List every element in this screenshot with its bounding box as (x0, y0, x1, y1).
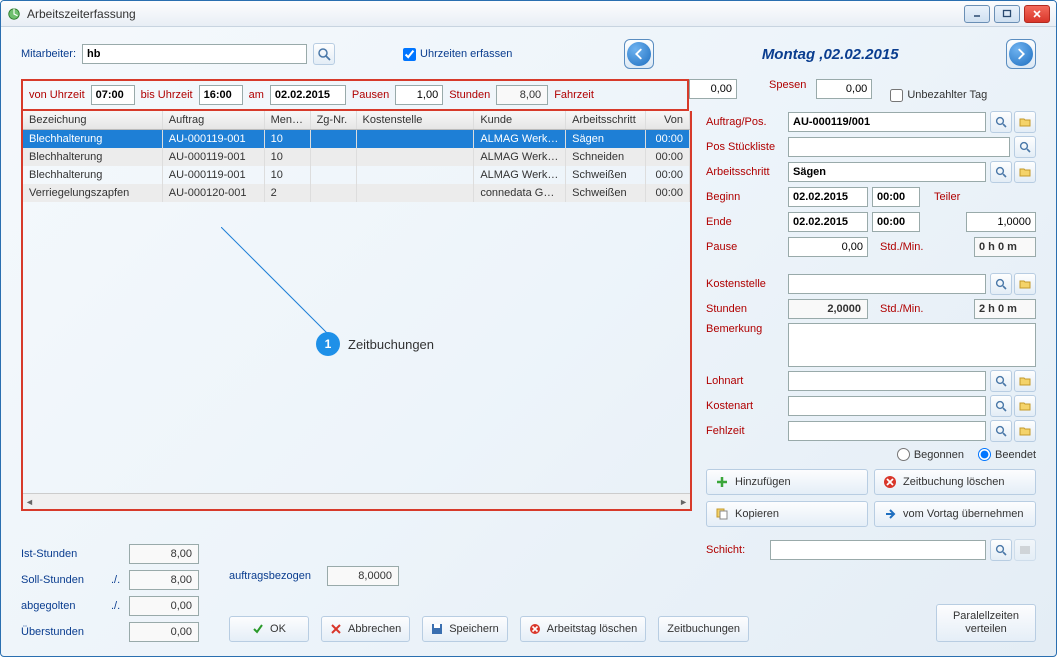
app-window: Arbeitszeiterfassung Mitarbeiter: Uhrzei… (0, 0, 1057, 657)
mitarbeiter-search-button[interactable] (313, 43, 335, 65)
cancel-icon (330, 623, 342, 635)
stunden-display: 8,00 (496, 85, 548, 105)
abbrechen-button[interactable]: Abbrechen (321, 616, 410, 642)
kostenart-folder-button[interactable] (1014, 395, 1036, 417)
auftrag-input[interactable] (788, 112, 986, 132)
delete-icon (883, 475, 897, 489)
window-title: Arbeitszeiterfassung (27, 7, 964, 21)
filter-box: von Uhrzeit bis Uhrzeit am Pausen Stunde… (21, 79, 689, 111)
von-uhrzeit-input[interactable] (91, 85, 135, 105)
pause-hms-display: 0 h 0 m (974, 237, 1036, 257)
fehlzeit-input[interactable] (788, 421, 986, 441)
date-header: Montag ,02.02.2015 (762, 46, 899, 63)
lohnart-folder-button[interactable] (1014, 370, 1036, 392)
table-header: Bezeichung Auftrag Menge Zg-Nr. Kostenst… (23, 111, 690, 130)
table-row[interactable]: VerriegelungszapfenAU-000120-0012conneda… (23, 184, 690, 202)
arbeitsschritt-input[interactable] (788, 162, 986, 182)
ist-stunden-display: 8,00 (129, 544, 199, 564)
maximize-button[interactable] (994, 5, 1020, 23)
beginn-time-input[interactable] (872, 187, 920, 207)
mitarbeiter-input[interactable] (82, 44, 307, 64)
begonnen-radio[interactable]: Begonnen (897, 448, 964, 461)
zeitbuchungen-button[interactable]: Zeitbuchungen (658, 616, 749, 642)
teiler-input[interactable] (966, 212, 1036, 232)
table-row[interactable]: BlechhalterungAU-000119-00110ALMAG Werkz… (23, 166, 690, 184)
auftrag-search-button[interactable] (990, 111, 1012, 133)
abgegolten-display: 0,00 (129, 596, 199, 616)
zeitbuchungen-table[interactable]: Bezeichung Auftrag Menge Zg-Nr. Kostenst… (21, 111, 692, 511)
arrow-right-icon (883, 507, 897, 521)
lohnart-search-button[interactable] (990, 370, 1012, 392)
next-day-button[interactable] (1006, 39, 1036, 69)
arbeitstag-loeschen-button[interactable]: Arbeitstag löschen (520, 616, 647, 642)
fahrzeit-input[interactable] (689, 79, 737, 99)
arbschritt-folder-button[interactable] (1014, 161, 1036, 183)
close-button[interactable] (1024, 5, 1050, 23)
uhrzeiten-checkbox[interactable]: Uhrzeiten erfassen (403, 48, 512, 61)
posstueckliste-input[interactable] (788, 137, 1010, 157)
plus-icon (715, 475, 729, 489)
fehlzeit-search-button[interactable] (990, 420, 1012, 442)
fehlzeit-folder-button[interactable] (1014, 420, 1036, 442)
bemerkung-textarea[interactable] (788, 323, 1036, 367)
table-row[interactable]: BlechhalterungAU-000119-00110ALMAG Werkz… (23, 130, 690, 148)
horizontal-scrollbar[interactable]: ◄► (23, 493, 690, 509)
kostenstelle-input[interactable] (788, 274, 986, 294)
titlebar: Arbeitszeiterfassung (1, 1, 1056, 27)
auftragsbezogen-display: 8,0000 (327, 566, 399, 586)
save-icon (431, 623, 443, 635)
copy-icon (715, 507, 729, 521)
prev-day-button[interactable] (624, 39, 654, 69)
posstk-search-button[interactable] (1014, 136, 1036, 158)
beginn-date-input[interactable] (788, 187, 868, 207)
kostenstelle-search-button[interactable] (990, 273, 1012, 295)
delete-day-icon (529, 623, 541, 635)
spesen-input[interactable] (816, 79, 872, 99)
kopieren-button[interactable]: Kopieren (706, 501, 868, 527)
bis-uhrzeit-input[interactable] (199, 85, 243, 105)
detail-form: Auftrag/Pos. Pos Stückliste Arbeitsschri… (706, 111, 1036, 564)
auftrag-folder-button[interactable] (1014, 111, 1036, 133)
table-row[interactable]: BlechhalterungAU-000119-00110ALMAG Werkz… (23, 148, 690, 166)
unbezahlter-checkbox[interactable]: Unbezahlter Tag (890, 79, 987, 111)
zeitbuchung-loeschen-button[interactable]: Zeitbuchung löschen (874, 469, 1036, 495)
am-date-input[interactable] (270, 85, 346, 105)
hinzufuegen-button[interactable]: Hinzufügen (706, 469, 868, 495)
stunden-hms-display: 2 h 0 m (974, 299, 1036, 319)
kostenstelle-folder-button[interactable] (1014, 273, 1036, 295)
ende-time-input[interactable] (872, 212, 920, 232)
summary-grid: Ist-Stunden 8,00 Soll-Stunden ./. 8,00 a… (21, 544, 199, 642)
callout-zeitbuchungen: 1 Zeitbuchungen (316, 332, 434, 356)
parallelzeiten-button[interactable]: Paralellzeiten verteilen (936, 604, 1036, 642)
app-icon (7, 7, 21, 21)
beendet-radio[interactable]: Beendet (978, 448, 1036, 461)
vom-vortag-button[interactable]: vom Vortag übernehmen (874, 501, 1036, 527)
ok-button[interactable]: OK (229, 616, 309, 642)
mitarbeiter-label: Mitarbeiter: (21, 48, 76, 60)
ueberstunden-display: 0,00 (129, 622, 199, 642)
arbschritt-search-button[interactable] (990, 161, 1012, 183)
pausen-input[interactable] (395, 85, 443, 105)
lohnart-input[interactable] (788, 371, 986, 391)
magnifier-icon (317, 47, 331, 61)
minimize-button[interactable] (964, 5, 990, 23)
pause-input[interactable] (788, 237, 868, 257)
check-icon (252, 623, 264, 635)
speichern-button[interactable]: Speichern (422, 616, 508, 642)
soll-stunden-display: 8,00 (129, 570, 199, 590)
ende-date-input[interactable] (788, 212, 868, 232)
kostenart-input[interactable] (788, 396, 986, 416)
stunden-display: 2,0000 (788, 299, 868, 319)
kostenart-search-button[interactable] (990, 395, 1012, 417)
